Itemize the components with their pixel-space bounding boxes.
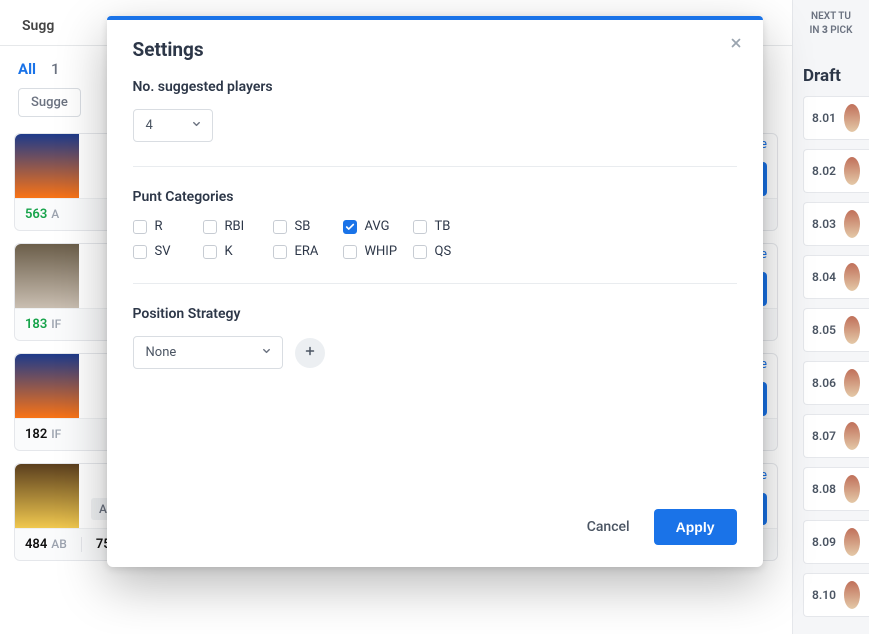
punt-option-sv[interactable]: SV <box>133 244 203 259</box>
close-icon <box>729 36 743 54</box>
checkbox-label: R <box>155 219 163 234</box>
checkbox <box>203 220 217 234</box>
checkbox-label: RBI <box>225 219 245 234</box>
section-label-position: Position Strategy <box>133 306 737 322</box>
add-position-button[interactable] <box>295 338 325 368</box>
checkbox <box>343 245 357 259</box>
num-suggested-select[interactable]: 4 <box>133 109 213 142</box>
modal-title: Settings <box>133 38 737 61</box>
divider <box>133 283 737 284</box>
checkbox <box>203 245 217 259</box>
section-label-punt: Punt Categories <box>133 189 737 205</box>
select-value: None <box>146 345 177 360</box>
chevron-down-icon <box>261 345 272 360</box>
select-value: 4 <box>146 118 153 133</box>
cancel-button[interactable]: Cancel <box>587 519 630 535</box>
checkbox-label: K <box>225 244 233 259</box>
checkbox <box>273 220 287 234</box>
section-label-num: No. suggested players <box>133 79 737 95</box>
punt-grid: R RBI SB AVG TB SV K ERA WHIP QS <box>133 219 737 259</box>
checkbox-label: SB <box>295 219 311 234</box>
plus-icon <box>304 345 316 361</box>
checkbox-label: WHIP <box>365 244 398 259</box>
modal-overlay: Settings No. suggested players 4 Punt Ca… <box>0 0 869 634</box>
checkbox-label: ERA <box>295 244 319 259</box>
close-button[interactable] <box>727 36 745 54</box>
punt-option-avg[interactable]: AVG <box>343 219 413 234</box>
punt-option-whip[interactable]: WHIP <box>343 244 413 259</box>
punt-option-k[interactable]: K <box>203 244 273 259</box>
chevron-down-icon <box>191 118 202 133</box>
position-row: None <box>133 336 737 369</box>
punt-option-era[interactable]: ERA <box>273 244 343 259</box>
punt-option-r[interactable]: R <box>133 219 203 234</box>
checkbox <box>273 245 287 259</box>
checkbox-label: SV <box>155 244 171 259</box>
checkbox-label: QS <box>435 244 452 259</box>
apply-button[interactable]: Apply <box>654 509 737 545</box>
checkbox <box>413 220 427 234</box>
checkbox-label: TB <box>435 219 451 234</box>
modal-footer: Cancel Apply <box>107 369 763 567</box>
punt-option-sb[interactable]: SB <box>273 219 343 234</box>
position-strategy-select[interactable]: None <box>133 336 283 369</box>
checkbox <box>343 220 357 234</box>
checkbox-label: AVG <box>365 219 390 234</box>
punt-option-rbi[interactable]: RBI <box>203 219 273 234</box>
punt-option-qs[interactable]: QS <box>413 244 483 259</box>
modal-body: Settings No. suggested players 4 Punt Ca… <box>107 20 763 369</box>
settings-modal: Settings No. suggested players 4 Punt Ca… <box>107 16 763 567</box>
punt-option-tb[interactable]: TB <box>413 219 483 234</box>
divider <box>133 166 737 167</box>
checkbox <box>133 245 147 259</box>
checkbox <box>413 245 427 259</box>
checkbox <box>133 220 147 234</box>
